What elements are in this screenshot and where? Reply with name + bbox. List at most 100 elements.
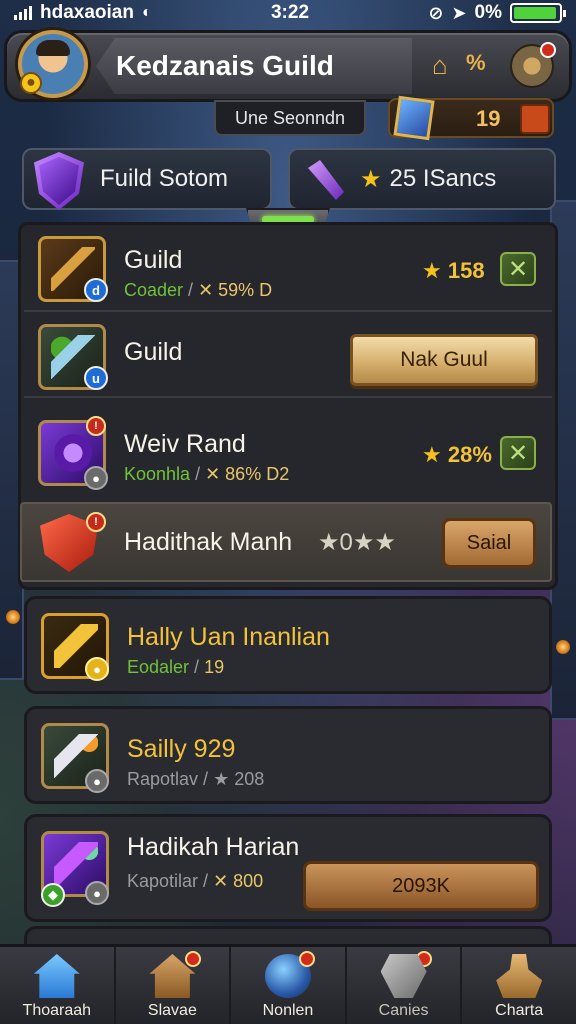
list-item[interactable]: d Guild Coader / ✕ 59% D ★ 158 ✕: [24, 226, 552, 312]
guild-card[interactable]: ● Sailly 929 Rapotlav / ★ 208: [24, 706, 552, 804]
button-label: 2093K: [392, 874, 450, 897]
level-badge-icon: u: [84, 366, 108, 390]
close-button[interactable]: ✕: [500, 252, 536, 286]
item-sub-right-icon: ✕: [205, 464, 226, 484]
home-icon[interactable]: ⌂: [432, 50, 448, 81]
card-name: Hally Uan Inanlian: [127, 623, 330, 651]
button-label: Nak Guul: [400, 348, 488, 371]
add-resource-button[interactable]: [520, 104, 550, 134]
nav-item-games[interactable]: Canies: [347, 947, 463, 1024]
level-badge-icon: ●: [84, 466, 108, 490]
guild-card[interactable]: ● Hally Uan Inanlian Eodaler / 19: [24, 596, 552, 694]
item-name: Weiv Rand: [124, 430, 246, 458]
tab-guild-section[interactable]: Fuild Sotom: [22, 148, 272, 210]
item-sub-right: 59% D: [218, 280, 273, 300]
nav-label: Canies: [378, 1002, 429, 1019]
tab-label: Fuild Sotom: [100, 165, 229, 192]
card-sub-right: 19: [204, 657, 225, 677]
item-sub-left: Coader: [124, 280, 184, 300]
alert-badge-icon: !: [86, 416, 106, 436]
join-guild-button[interactable]: Nak Guul: [350, 334, 538, 386]
card-sub-left: Rapotlav: [127, 769, 199, 789]
star-icon: ★: [360, 165, 382, 193]
card-sub-left: Kapotilar: [127, 871, 199, 891]
card-name: Hadikah Harian: [127, 833, 300, 861]
sync-icon: ⊘: [428, 2, 444, 23]
item-sub-right: 86% D2: [225, 464, 290, 484]
nav-item-home[interactable]: Thoaraah: [0, 947, 116, 1024]
settings-gear-icon[interactable]: [510, 42, 556, 88]
lamp-light: [6, 610, 20, 624]
item-value-text: 28%: [447, 442, 492, 467]
list-item[interactable]: ! ● Weiv Rand Koonhla / ✕ 86% D2 ★ 28% ✕: [24, 410, 552, 496]
star-icon: ★: [318, 529, 340, 556]
tab-stars[interactable]: ★ 25 ISancs: [288, 148, 556, 210]
page-title-plate: Kedzanais Guild: [96, 38, 412, 94]
card-sub-right: 800: [233, 871, 264, 891]
item-sub-left: Koonhla: [124, 464, 191, 484]
carrier-label: hdaxaoian: [40, 2, 134, 23]
nav-label: Nonlen: [262, 1002, 314, 1019]
home-icon: [33, 954, 80, 998]
item-name: Guild: [124, 246, 183, 274]
violet-sword-icon: [54, 842, 98, 886]
star-icon: ★: [422, 258, 442, 283]
nav-label: Thoaraah: [22, 1002, 92, 1019]
close-button[interactable]: ✕: [500, 436, 536, 470]
percent-icon[interactable]: %: [466, 50, 486, 76]
select-button[interactable]: Saial: [442, 518, 536, 568]
value-button[interactable]: 2093K: [303, 861, 539, 911]
level-badge-icon: ●: [85, 881, 109, 905]
notification-dot: [540, 42, 556, 58]
button-label: Saial: [466, 531, 512, 554]
list-item-selected[interactable]: ! Hadithak Manh ★0★★ Saial: [20, 502, 552, 582]
level-badge-icon: d: [84, 278, 108, 302]
card-name: Sailly 929: [127, 735, 236, 763]
guild-card[interactable]: ◆ ● Hadikah Harian Kapotilar / ✕ 800 209…: [24, 814, 552, 922]
coin-badge-icon: ●: [85, 657, 109, 681]
rating: ★0★★: [318, 528, 396, 557]
clock: 3:22: [270, 2, 310, 23]
nav-label: Slavae: [147, 1002, 197, 1019]
item-sub: Koonhla / ✕ 86% D2: [124, 464, 290, 484]
status-bar: hdaxaoian ◐ 3:22 ⊘ ➤ 0%: [0, 0, 576, 26]
purple-sword-icon: [308, 160, 344, 200]
alert-badge-icon: !: [86, 512, 106, 532]
lamp-light: [556, 640, 570, 654]
rating-text: 0: [339, 529, 353, 556]
gem-cube-icon: [393, 95, 435, 141]
location-icon: ➤: [451, 2, 467, 23]
coin-badge-icon: ●: [20, 72, 42, 94]
season-label: Une Seonndn: [234, 107, 346, 128]
resource-counter[interactable]: 19: [388, 95, 554, 141]
level-badge-icon: ●: [85, 769, 109, 793]
nav-item-charts[interactable]: Charta: [462, 947, 576, 1024]
tab-label: 25 ISancs: [389, 165, 497, 192]
list-item[interactable]: u Guild Nak Guul: [24, 312, 552, 398]
notification-dot: [298, 951, 315, 967]
item-value: ★ 28%: [422, 442, 492, 468]
card-sub-right: 208: [234, 769, 265, 789]
item-sub: Coader / ✕ 59% D: [124, 280, 273, 300]
star-icon: ★★: [352, 529, 396, 556]
nav-label: Charta: [495, 1002, 544, 1019]
star-icon: ★: [213, 769, 235, 789]
nav-item-orb[interactable]: Nonlen: [231, 947, 347, 1024]
battery-percent: 0%: [474, 2, 502, 23]
item-name: Hadithak Manh: [124, 528, 293, 556]
person-icon: [496, 954, 543, 998]
card-sub-left: Eodaler: [127, 657, 190, 677]
gem-badge-icon: ◆: [41, 883, 65, 907]
star-icon: ★: [422, 442, 442, 467]
battery-icon: [510, 3, 566, 23]
purple-shield-icon: [34, 152, 84, 210]
nav-item-village[interactable]: Slavae: [116, 947, 232, 1024]
notification-dot: [185, 951, 202, 967]
bottom-nav: Thoaraah Slavae Nonlen Canies Charta: [0, 944, 576, 1024]
card-sub: Rapotlav / ★ 208: [127, 769, 265, 789]
item-name: Guild: [124, 338, 183, 366]
page-title: Kedzanais Guild: [116, 50, 334, 81]
resource-value: 19: [476, 106, 501, 131]
item-value-text: 158: [447, 258, 485, 283]
tools-icon: [380, 954, 427, 998]
